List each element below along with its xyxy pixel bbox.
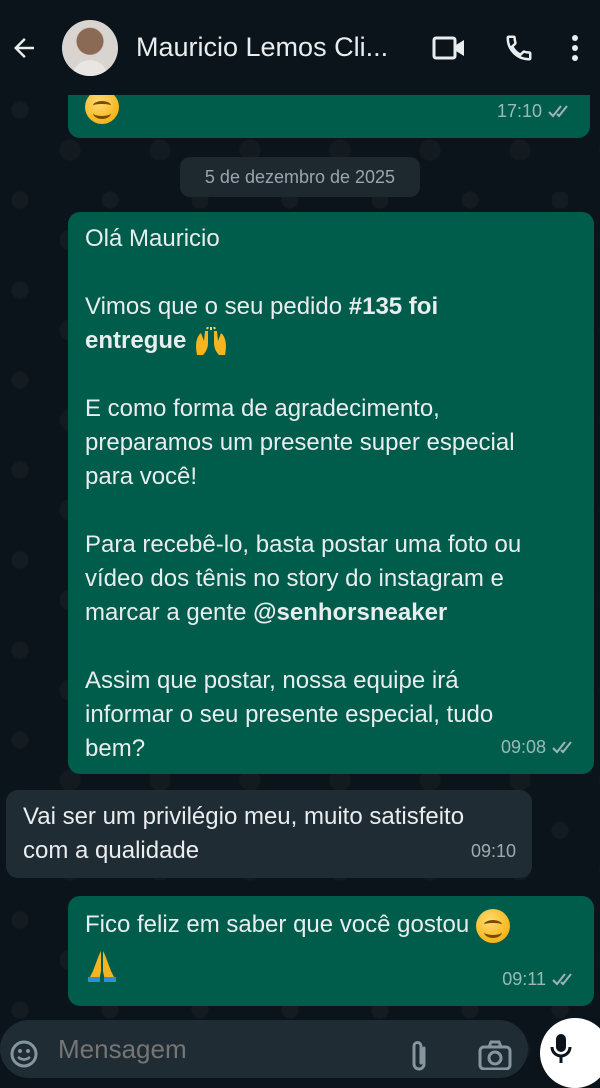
message-incoming[interactable]: Vai ser um privilégio meu, muito satisfe…	[6, 790, 532, 878]
message-paragraph: Olá Mauricio	[85, 225, 220, 252]
smiling-face-emoji	[475, 908, 510, 943]
emoji-sticker-icon[interactable]	[8, 1038, 40, 1070]
message-meta: 09:11	[502, 962, 578, 996]
message-text: Vai ser um privilégio meu, muito satisfe…	[23, 803, 465, 864]
contact-avatar[interactable]	[62, 19, 118, 76]
double-check-icon	[548, 105, 568, 118]
message-meta: 09:08	[501, 730, 578, 764]
video-camera-icon	[432, 36, 464, 59]
chat-header: Mauricio Lemos Cli...	[0, 0, 600, 95]
kebab-menu-icon	[572, 34, 578, 61]
microphone-icon	[550, 1034, 572, 1063]
phone-icon	[506, 35, 532, 61]
video-call-button[interactable]	[429, 28, 469, 68]
date-separator: 5 de dezembro de 2025	[180, 157, 420, 197]
message-time: 17:10	[496, 101, 542, 121]
composer-bar	[0, 1018, 600, 1088]
back-button[interactable]	[4, 28, 44, 68]
raising-hands-emoji	[196, 326, 226, 355]
message-input[interactable]	[56, 1032, 390, 1066]
arrow-left-icon	[14, 37, 34, 58]
message-paragraph: E como forma de agradecimento, preparamo…	[85, 395, 515, 490]
message-outgoing[interactable]: Fico feliz em saber que você gostou 09:1…	[68, 896, 594, 1006]
message-composer[interactable]	[0, 1020, 528, 1078]
attachment-icon[interactable]	[406, 1038, 432, 1074]
camera-icon[interactable]	[478, 1040, 512, 1070]
message-text: Fico feliz em saber que você gostou	[85, 911, 476, 938]
message-outgoing[interactable]: Olá Mauricio Vimos que o seu pedido #135…	[68, 212, 594, 774]
more-options-button[interactable]	[563, 28, 587, 68]
order-number: #135 foi	[348, 293, 439, 320]
voice-message-button[interactable]	[540, 1018, 600, 1088]
message-time: 09:11	[502, 969, 546, 989]
double-check-icon	[552, 973, 572, 986]
message-paragraph: Vimos que o seu pedido #135 foi entregue	[85, 290, 585, 358]
contact-name[interactable]: Mauricio Lemos Cli...	[136, 32, 411, 63]
message-meta: 09:10	[471, 834, 516, 868]
delivered-text: entregue	[85, 327, 187, 354]
smiling-face-emoji	[85, 90, 119, 124]
message-meta: 17:10	[497, 94, 574, 128]
folded-hands-emoji	[88, 950, 116, 982]
message-time: 09:10	[470, 841, 516, 861]
voice-call-button[interactable]	[499, 28, 539, 68]
message-text: Vimos que o seu pedido	[85, 293, 349, 320]
double-check-icon	[552, 741, 572, 754]
message-body: Olá Mauricio Vimos que o seu pedido #135…	[85, 222, 585, 766]
message-paragraph: Para recebê-lo, basta postar uma foto ou…	[85, 528, 585, 630]
instagram-handle: @senhorsneaker	[253, 599, 448, 626]
message-time: 09:08	[500, 737, 546, 757]
